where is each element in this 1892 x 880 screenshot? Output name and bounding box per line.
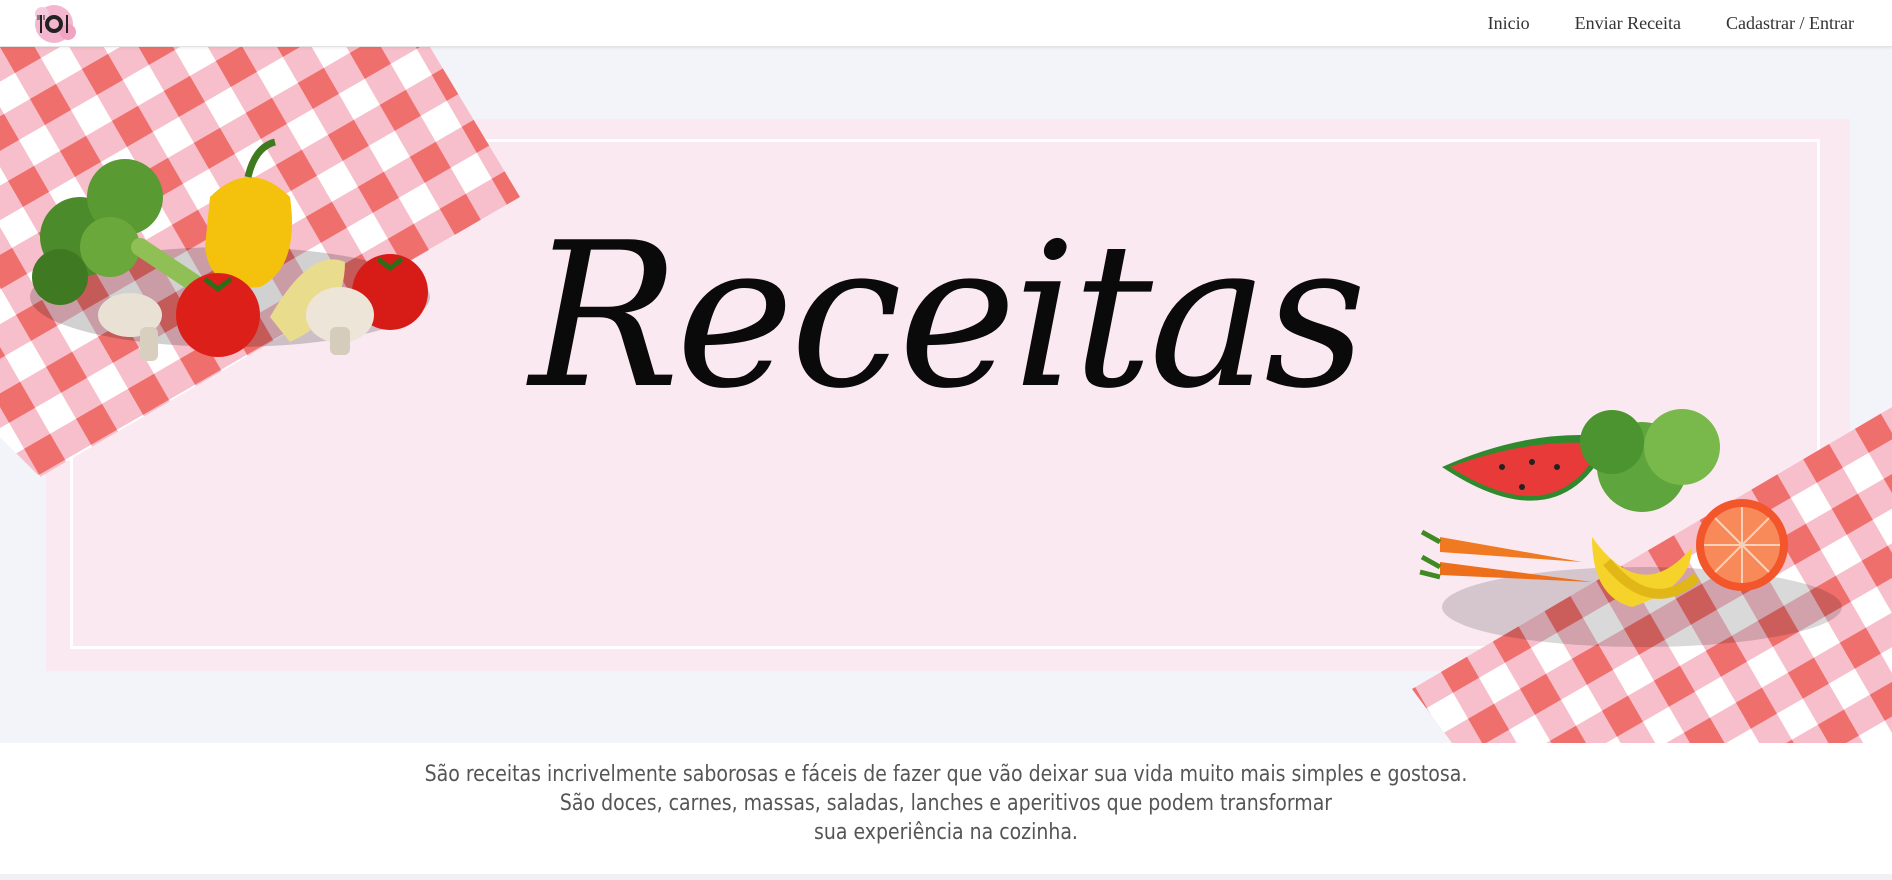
hero-title: Receitas bbox=[529, 200, 1367, 433]
section-divider bbox=[0, 874, 1892, 880]
nav-link-enviar-receita[interactable]: Enviar Receita bbox=[1575, 13, 1681, 34]
site-logo-icon[interactable] bbox=[28, 2, 80, 46]
description-line: São doces, carnes, massas, saladas, lanc… bbox=[559, 791, 1333, 816]
top-navbar: Inicio Enviar Receita Cadastrar / Entrar bbox=[0, 0, 1892, 47]
hero-description: São receitas incrivelmente saborosas e f… bbox=[132, 760, 1759, 847]
hero-banner: Receitas bbox=[0, 47, 1892, 743]
description-line: São receitas incrivelmente saborosas e f… bbox=[424, 762, 1468, 787]
nav-link-cadastrar-entrar[interactable]: Cadastrar / Entrar bbox=[1726, 13, 1854, 34]
description-line: sua experiência na cozinha. bbox=[814, 820, 1078, 845]
nav-link-inicio[interactable]: Inicio bbox=[1488, 13, 1530, 34]
